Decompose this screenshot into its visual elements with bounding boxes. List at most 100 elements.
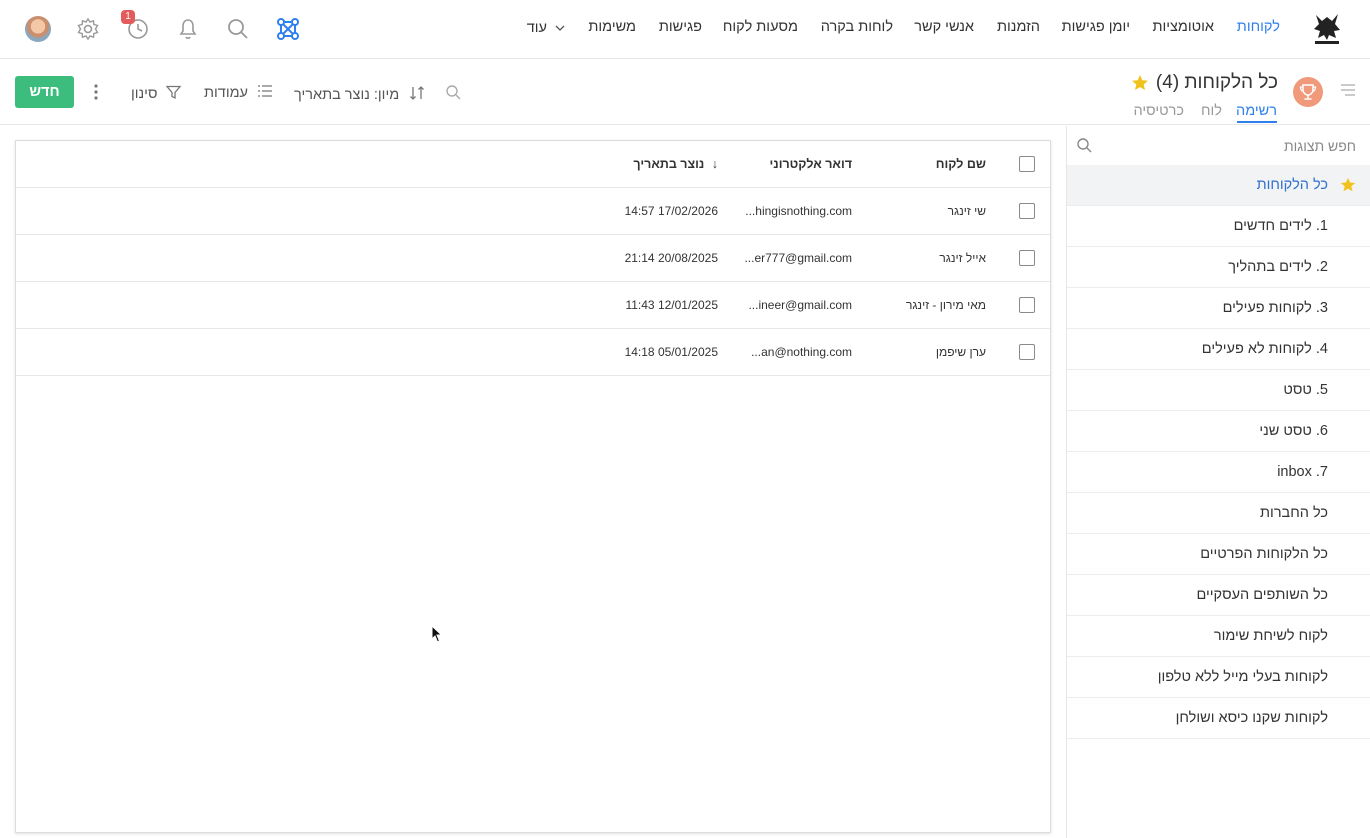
view-header: כל הלקוחות (4) רשימה לוח כרטיסיה מיון: נ… [0,60,1370,125]
customer-email[interactable]: ...er777@gmail.com [744,251,852,265]
logo-icon[interactable] [1310,11,1344,47]
tab-active-indicator [1237,121,1277,123]
column-header-name[interactable]: שם לקוח [936,157,986,171]
star-icon[interactable] [1131,74,1149,92]
top-navigation: לקוחות אוטומציות יומן פגישות הזמנות אנשי… [0,0,1370,59]
tab-card[interactable]: כרטיסיה [1134,103,1184,119]
mouse-cursor-icon [431,625,443,643]
nav-item-contacts[interactable]: אנשי קשר [914,19,974,35]
search-icon[interactable] [445,84,462,101]
column-header-created[interactable]: ↓ נוצר בתאריך [633,157,718,171]
menu-icon[interactable] [1341,84,1355,96]
avatar[interactable] [25,16,51,42]
nav-more-menu[interactable]: עוד [527,20,565,36]
customer-name[interactable]: שי זינגר [948,204,986,218]
sidebar-item-test-two[interactable]: 6. טסט שני [1067,411,1370,452]
column-header-email[interactable]: דואר אלקטרוני [770,157,852,171]
table-row[interactable]: שי זינגר ...hingisnothing.com 14:57 17/0… [16,188,1050,235]
apps-icon[interactable] [275,16,301,42]
sidebar-item-all-business-partners[interactable]: כל השותפים העסקיים [1067,575,1370,616]
nav-item-orders[interactable]: הזמנות [997,19,1040,35]
sort-label: מיון: נוצר בתאריך [294,87,400,103]
sidebar-item-new-leads[interactable]: 1. לידים חדשים [1067,206,1370,247]
sidebar-item-label: כל הלקוחות [1256,177,1328,193]
sidebar-item-email-no-phone[interactable]: לקוחות בעלי מייל ללא טלפון [1067,657,1370,698]
filter-label: סינון [131,86,158,102]
sidebar-item-label: 6. טסט שני [1259,423,1328,439]
nav-item-meetings[interactable]: פגישות [659,19,702,35]
sidebar-item-label: 4. לקוחות לא פעילים [1201,341,1328,357]
customer-email[interactable]: ...an@nothing.com [751,345,852,359]
nav-item-automations[interactable]: אוטומציות [1152,19,1214,35]
gear-icon[interactable] [75,16,101,42]
created-date: 14:57 17/02/2026 [624,204,718,218]
sidebar-item-label: כל החברות [1260,505,1328,521]
views-search-input[interactable] [1067,126,1370,165]
created-date: 14:18 05/01/2025 [624,345,718,359]
row-checkbox[interactable] [1019,297,1035,313]
trophy-icon [1293,77,1323,107]
customer-name[interactable]: מאי מירון - זינגר [906,298,986,312]
table-row[interactable]: ערן שיפמן ...an@nothing.com 14:18 05/01/… [16,329,1050,376]
created-date: 11:43 12/01/2025 [625,298,718,312]
sidebar-item-active-customers[interactable]: 3. לקוחות פעילים [1067,288,1370,329]
nav-item-customers[interactable]: לקוחות [1237,19,1280,35]
sidebar-item-chair-and-table[interactable]: לקוחות שקנו כיסא ושולחן [1067,698,1370,739]
sidebar-item-label: 1. לידים חדשים [1233,218,1328,234]
sidebar-item-inactive-customers[interactable]: 4. לקוחות לא פעילים [1067,329,1370,370]
filter-button[interactable]: סינון [131,83,182,102]
columns-label: עמודות [204,85,248,101]
customer-name[interactable]: ערן שיפמן [936,345,986,359]
nav-item-dashboards[interactable]: לוחות בקרה [821,19,893,35]
search-icon [1077,138,1092,153]
new-button[interactable]: חדש [15,76,74,108]
row-checkbox[interactable] [1019,344,1035,360]
table-row[interactable]: אייל זינגר ...er777@gmail.com 21:14 20/0… [16,235,1050,282]
search-icon[interactable] [225,16,251,42]
columns-button[interactable]: עמודות [204,83,273,101]
sidebar-item-all-customers[interactable]: כל הלקוחות [1067,165,1370,206]
more-options-icon[interactable] [89,82,103,102]
chevron-down-icon [555,25,565,32]
sidebar-item-inbox[interactable]: 7. inbox [1067,452,1370,493]
column-header-created-label: נוצר בתאריך [633,157,705,171]
sidebar-item-test[interactable]: 5. טסט [1067,370,1370,411]
tab-board[interactable]: לוח [1201,103,1222,119]
filter-icon [166,85,182,100]
sort-icon [410,86,425,100]
views-list: כל הלקוחות 1. לידים חדשים 2. לידים בתהלי… [1067,165,1370,739]
tab-list[interactable]: רשימה [1236,103,1277,119]
bell-icon[interactable] [175,16,201,42]
sidebar-item-all-private-customers[interactable]: כל הלקוחות הפרטיים [1067,534,1370,575]
views-sidebar: כל הלקוחות 1. לידים חדשים 2. לידים בתהלי… [1066,126,1370,838]
sidebar-item-label: 7. inbox [1277,464,1328,480]
sidebar-item-all-companies[interactable]: כל החברות [1067,493,1370,534]
sidebar-item-label: לקוח לשיחת שימור [1213,628,1328,644]
row-checkbox[interactable] [1019,250,1035,266]
nav-item-customer-journeys[interactable]: מסעות לקוח [723,19,798,35]
sidebar-item-label: 3. לקוחות פעילים [1222,300,1328,316]
sidebar-item-label: לקוחות בעלי מייל ללא טלפון [1157,669,1328,685]
select-all-checkbox[interactable] [1019,156,1035,172]
sidebar-item-label: כל הלקוחות הפרטיים [1200,546,1328,562]
nav-item-meetings-calendar[interactable]: יומן פגישות [1062,19,1130,35]
nav-item-tasks[interactable]: משימות [588,19,636,35]
nav-more-label: עוד [526,20,547,36]
customer-email[interactable]: ...ineer@gmail.com [748,298,852,312]
created-date: 21:14 20/08/2025 [624,251,718,265]
table-header-row: שם לקוח דואר אלקטרוני ↓ נוצר בתאריך [16,141,1050,188]
sidebar-item-leads-in-process[interactable]: 2. לידים בתהליך [1067,247,1370,288]
sidebar-item-label: לקוחות שקנו כיסא ושולחן [1175,710,1328,726]
customer-name[interactable]: אייל זינגר [939,251,986,265]
sidebar-item-retention-call[interactable]: לקוח לשיחת שימור [1067,616,1370,657]
sort-button[interactable]: מיון: נוצר בתאריך [294,83,425,103]
customer-email[interactable]: ...hingisnothing.com [745,204,852,218]
sidebar-item-label: 5. טסט [1283,382,1328,398]
table-row[interactable]: מאי מירון - זינגר ...ineer@gmail.com 11:… [16,282,1050,329]
customers-table: שם לקוח דואר אלקטרוני ↓ נוצר בתאריך שי ז… [15,140,1051,833]
sidebar-item-label: 2. לידים בתהליך [1228,259,1328,275]
sidebar-item-label: כל השותפים העסקיים [1196,587,1328,603]
page-title: כל הלקוחות (4) [1155,72,1278,93]
star-icon [1340,177,1356,192]
row-checkbox[interactable] [1019,203,1035,219]
